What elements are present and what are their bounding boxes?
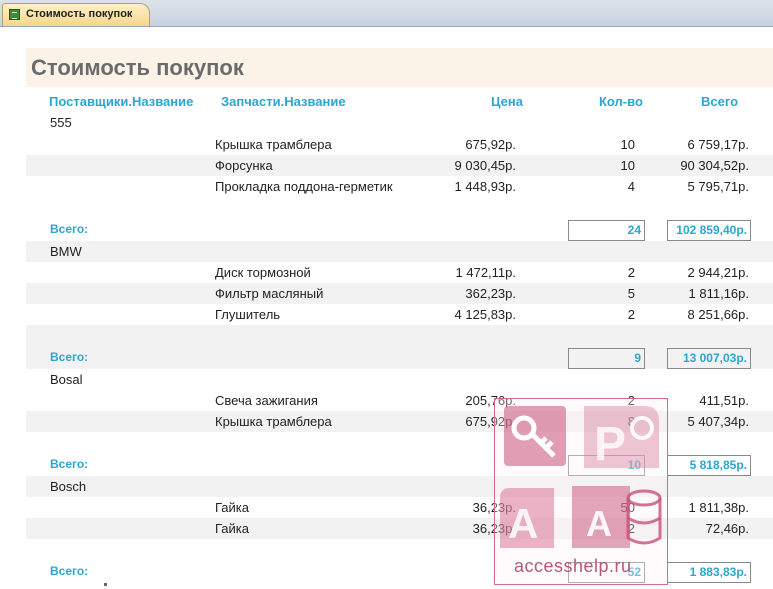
group-total-sum: 13 007,03р. bbox=[667, 348, 751, 369]
supplier-name: Bosch bbox=[50, 479, 87, 494]
watermark: P A A accesshelp.ru bbox=[494, 398, 670, 589]
report-title: Стоимость покупок bbox=[26, 48, 773, 87]
svg-text:P: P bbox=[594, 418, 626, 471]
price-value: 4 125,83р. bbox=[454, 307, 516, 322]
group-total-label: Всего: bbox=[50, 457, 89, 471]
report-icon bbox=[9, 9, 20, 20]
table-row: Фильтр масляный 362,23р. 5 1 811,16р. bbox=[26, 283, 773, 304]
column-header-price: Цена bbox=[491, 94, 523, 109]
part-name: Гайка bbox=[215, 521, 250, 536]
table-row: Диск тормозной 1 472,11р. 2 2 944,21р. bbox=[26, 262, 773, 283]
total-value: 1 811,38р. bbox=[688, 500, 749, 515]
part-name: Глушитель bbox=[215, 307, 281, 322]
total-value: 5 407,34р. bbox=[687, 414, 749, 429]
column-header-part: Запчасти.Название bbox=[221, 94, 346, 109]
part-name: Прокладка поддона-герметик bbox=[215, 179, 393, 194]
qty-value: 5 bbox=[627, 286, 635, 301]
qty-value: 10 bbox=[620, 158, 635, 173]
group-header-row: BMW bbox=[26, 241, 773, 262]
document-tab-strip: Стоимость покупок bbox=[0, 0, 773, 27]
qty-value: 2 bbox=[627, 307, 635, 322]
group-total-row: Всего: 9 13 007,03р. bbox=[26, 348, 773, 369]
group-total-sum: 102 859,40р. bbox=[667, 220, 751, 241]
total-value: 1 811,16р. bbox=[688, 286, 749, 301]
spacer-row bbox=[26, 325, 773, 348]
qty-value: 10 bbox=[620, 137, 635, 152]
part-name: Форсунка bbox=[215, 158, 273, 173]
watermark-text: accesshelp.ru bbox=[514, 556, 632, 576]
part-name: Диск тормозной bbox=[215, 265, 311, 280]
group-total-label: Всего: bbox=[50, 564, 89, 578]
part-name: Крышка трамблера bbox=[215, 137, 332, 152]
table-row: Крышка трамблера 675,92р. 10 6 759,17р. bbox=[26, 134, 773, 155]
group-total-label: Всего: bbox=[50, 222, 89, 236]
table-row: Прокладка поддона-герметик 1 448,93р. 4 … bbox=[26, 176, 773, 197]
price-value: 1 448,93р. bbox=[454, 179, 516, 194]
report-tab-label: Стоимость покупок bbox=[26, 8, 133, 20]
page-mark bbox=[104, 583, 107, 586]
access-logo-icon: P A A bbox=[500, 406, 662, 548]
svg-text:A: A bbox=[586, 503, 612, 544]
total-value: 8 251,66р. bbox=[687, 307, 749, 322]
table-row: Глушитель 4 125,83р. 2 8 251,66р. bbox=[26, 304, 773, 325]
total-value: 411,51р. bbox=[699, 393, 749, 408]
group-header-row: Bosal bbox=[26, 369, 773, 390]
supplier-name: Bosal bbox=[50, 372, 83, 387]
total-value: 72,46р. bbox=[705, 521, 749, 536]
price-value: 1 472,11р. bbox=[455, 265, 516, 280]
supplier-name: 555 bbox=[50, 115, 72, 130]
group-header-row: 555 bbox=[26, 112, 773, 133]
group-total-label: Всего: bbox=[50, 350, 89, 364]
group-qty-sum: 24 bbox=[568, 220, 645, 241]
group-total-sum: 5 818,85р. bbox=[667, 455, 751, 476]
price-value: 675,92р. bbox=[465, 137, 516, 152]
svg-text:A: A bbox=[508, 500, 538, 547]
column-header-supplier: Поставщики.Название bbox=[49, 94, 194, 109]
group-total-row: Всего: 24 102 859,40р. bbox=[26, 220, 773, 241]
supplier-name: BMW bbox=[50, 244, 82, 259]
qty-value: 4 bbox=[627, 179, 635, 194]
group-total-sum: 1 883,83р. bbox=[667, 562, 751, 583]
price-value: 362,23р. bbox=[465, 286, 516, 301]
total-value: 5 795,71р. bbox=[687, 179, 749, 194]
report-tab[interactable]: Стоимость покупок bbox=[2, 3, 150, 26]
group-qty-sum: 9 bbox=[568, 348, 645, 369]
table-row: Форсунка 9 030,45р. 10 90 304,52р. bbox=[26, 155, 773, 176]
part-name: Свеча зажигания bbox=[215, 393, 318, 408]
part-name: Крышка трамблера bbox=[215, 414, 332, 429]
column-header-qty: Кол-во bbox=[599, 94, 643, 109]
total-value: 90 304,52р. bbox=[680, 158, 749, 173]
total-value: 2 944,21р. bbox=[687, 265, 749, 280]
qty-value: 2 bbox=[627, 265, 635, 280]
column-header-total: Всего bbox=[701, 94, 739, 109]
total-value: 6 759,17р. bbox=[687, 137, 749, 152]
part-name: Гайка bbox=[215, 500, 250, 515]
part-name: Фильтр масляный bbox=[215, 286, 324, 301]
price-value: 9 030,45р. bbox=[454, 158, 516, 173]
